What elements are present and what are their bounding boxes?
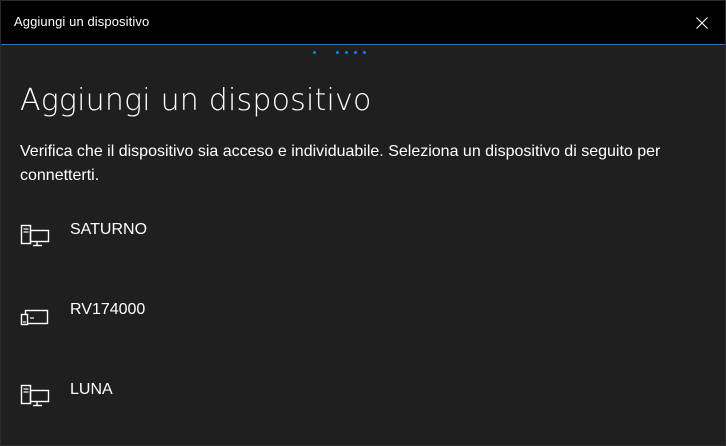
device-name: LUNA [70,381,113,398]
progress-dot [345,51,348,54]
add-device-dialog: Aggiungi un dispositivo Aggiungi un disp… [0,0,726,446]
device-item-rv174000[interactable]: RV174000 [18,299,708,329]
device-item-saturno[interactable]: SATURNO [18,219,708,249]
instructions-text: Verifica che il dispositivo sia acceso e… [20,143,661,184]
display-device-icon [18,299,58,329]
page-title: Aggiungi un dispositivo [20,83,372,118]
progress-dot [363,51,366,54]
progress-indicator [313,51,383,57]
close-icon [696,16,708,29]
progress-dot [336,51,339,54]
desktop-computer-icon [18,219,58,249]
close-button[interactable] [679,1,725,44]
window-title: Aggiungi un dispositivo [14,14,150,29]
device-name: RV174000 [70,301,146,318]
progress-dot [313,51,316,54]
device-item-luna[interactable]: LUNA [18,379,708,409]
desktop-computer-icon [18,379,58,409]
title-bar: Aggiungi un dispositivo [1,1,725,45]
progress-dot [354,51,357,54]
device-name: SATURNO [70,221,148,238]
